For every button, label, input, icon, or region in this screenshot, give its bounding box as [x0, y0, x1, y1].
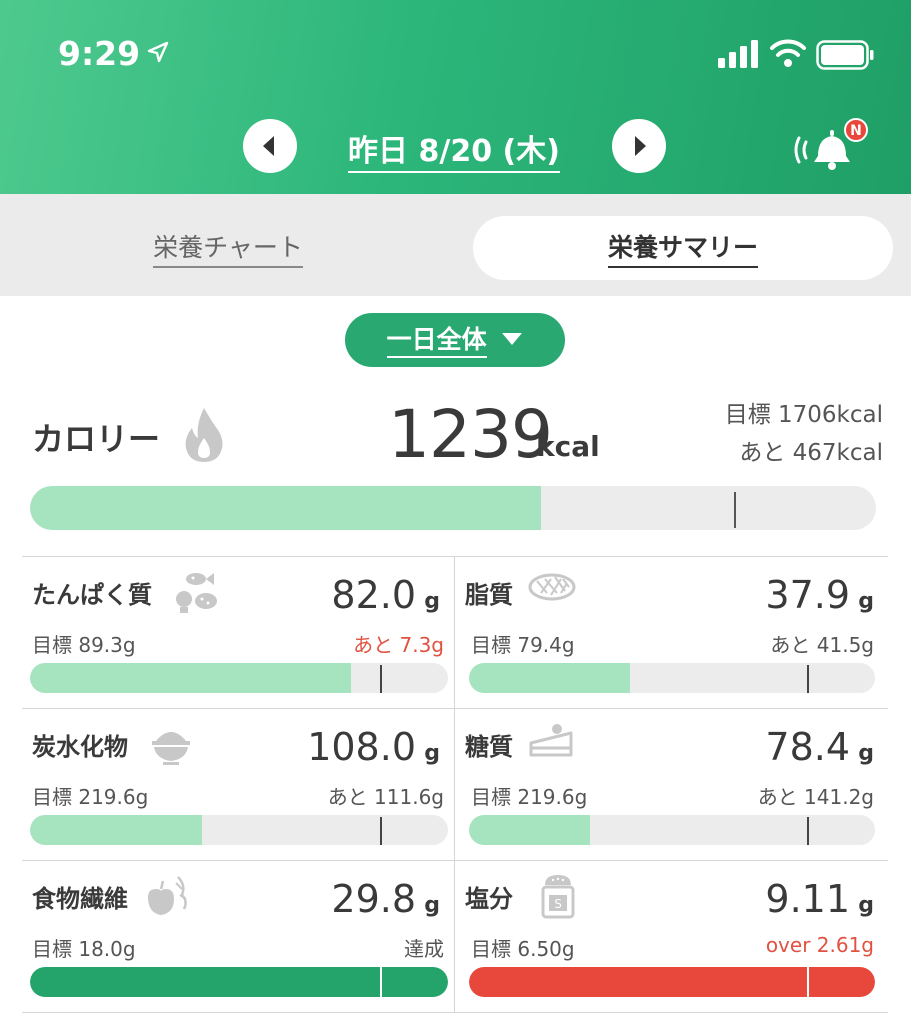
nutrient-grid: たんぱく質 82.0 g 目標 89.3g あと 7.3g 脂質 37.9 g … [22, 556, 888, 1013]
nutrient-cell-fat[interactable]: 脂質 37.9 g 目標 79.4g あと 41.5g [455, 557, 888, 709]
arrow-right-icon [635, 136, 646, 156]
nutrient-label: 炭水化物 [32, 733, 128, 761]
nutrient-target-marker [807, 967, 809, 997]
tab-label: 栄養サマリー [607, 233, 758, 268]
nutrient-progress-bar [469, 967, 875, 997]
nutrient-remaining: あと 111.6g [327, 785, 444, 809]
tab-bar: 栄養チャート 栄養サマリー [0, 194, 911, 296]
cake-icon [529, 724, 573, 757]
nutrient-progress-fill [30, 967, 448, 997]
nutrient-progress-bar [30, 967, 448, 997]
nutrient-progress-fill [469, 967, 875, 997]
nutrient-achieved: 達成 [404, 937, 444, 961]
nutrient-target: 目標 89.3g [32, 633, 136, 657]
nutrient-target: 目標 219.6g [471, 785, 588, 809]
next-day-button[interactable] [612, 119, 666, 173]
nutrient-value: 82.0 [331, 573, 416, 617]
calorie-progress-fill [30, 486, 541, 530]
nutrient-cell-dietary-fiber[interactable]: 食物繊維 29.8 g 目標 18.0g 達成 [22, 861, 455, 1013]
protein-food-icon [176, 573, 217, 613]
nutrient-unit: g [858, 589, 874, 614]
period-label: 一日全体 [386, 325, 487, 358]
tab-label: 栄養チャート [153, 233, 303, 268]
calorie-target-marker [734, 492, 736, 528]
rice-bowl-icon [152, 732, 190, 765]
calorie-unit: kcal [536, 430, 600, 463]
nutrient-progress-fill [469, 663, 630, 693]
nutrient-progress-bar [30, 663, 448, 693]
nutrient-remaining: あと 41.5g [770, 633, 874, 657]
nutrient-label: 脂質 [465, 581, 513, 609]
nutrient-target-marker [380, 665, 382, 693]
calorie-progress-bar [30, 486, 876, 530]
nutrient-unit: g [424, 589, 440, 614]
svg-text:S: S [554, 897, 562, 911]
status-time: 9:29 [58, 34, 141, 73]
nutrient-target-marker [807, 665, 809, 693]
nutrient-label: たんぱく質 [32, 581, 152, 609]
nutrient-unit: g [424, 741, 440, 766]
tab-nutrition-summary[interactable]: 栄養サマリー [473, 216, 893, 280]
nutrient-target: 目標 79.4g [471, 633, 575, 657]
nutrient-progress-bar [30, 815, 448, 845]
nutrient-value: 78.4 [765, 725, 850, 769]
tab-nutrition-chart[interactable]: 栄養チャート [20, 216, 436, 280]
battery-icon [816, 40, 874, 70]
nutrient-progress-bar [469, 663, 875, 693]
nutrient-unit: g [424, 893, 440, 918]
flame-icon [185, 408, 223, 462]
date-title[interactable]: 昨日 8/20 (木) [330, 126, 578, 173]
calorie-remaining: あと 467kcal [739, 440, 883, 466]
nutrient-target: 目標 219.6g [32, 785, 149, 809]
wifi-icon [770, 39, 806, 67]
nutrient-progress-fill [30, 815, 202, 845]
period-selector[interactable]: 一日全体 [345, 313, 565, 367]
nutrient-target-marker [380, 967, 382, 997]
nutrient-target-marker [807, 817, 809, 845]
nutrient-cell-salt[interactable]: 塩分 S 9.11 g 目標 6.50g over 2.61g [455, 861, 888, 1013]
nutrient-target: 目標 18.0g [32, 937, 136, 961]
notification-badge: N [850, 123, 862, 139]
calorie-target: 目標 1706kcal [724, 402, 883, 428]
fat-oil-icon [528, 573, 576, 601]
prev-day-button[interactable] [243, 119, 297, 173]
nutrient-cell-carbohydrate[interactable]: 炭水化物 108.0 g 目標 219.6g あと 111.6g [22, 709, 455, 861]
nutrient-value: 37.9 [765, 573, 850, 617]
nutrient-label: 塩分 [465, 885, 513, 913]
notification-bell-icon[interactable]: N [794, 116, 870, 176]
location-arrow-icon [147, 41, 169, 63]
salt-shaker-icon: S [541, 875, 575, 919]
nutrient-unit: g [858, 893, 874, 918]
apple-vegetable-icon [148, 876, 187, 915]
nutrient-remaining: あと 7.3g [353, 633, 444, 657]
app-header: 9:29 昨日 8/20 (木) N [0, 0, 911, 194]
date-label: 昨日 8/20 (木) [348, 134, 560, 173]
calorie-label: カロリー [32, 420, 161, 458]
nutrient-value: 9.11 [765, 877, 850, 921]
nutrient-unit: g [858, 741, 874, 766]
nutrient-target-marker [380, 817, 382, 845]
dropdown-triangle-icon [502, 333, 523, 345]
nutrient-progress-bar [469, 815, 875, 845]
arrow-left-icon [263, 136, 274, 156]
nutrient-value: 29.8 [331, 877, 416, 921]
nutrient-progress-fill [469, 815, 590, 845]
cellular-signal-icon [718, 40, 758, 68]
nutrient-label: 食物繊維 [32, 885, 128, 913]
nutrient-over-amount: over 2.61g [765, 933, 874, 957]
nutrient-cell-protein[interactable]: たんぱく質 82.0 g 目標 89.3g あと 7.3g [22, 557, 455, 709]
nutrient-progress-fill [30, 663, 351, 693]
nutrient-value: 108.0 [307, 725, 416, 769]
calorie-target-block: 目標 1706kcal あと 467kcal [725, 396, 883, 472]
calorie-value: 1239 [388, 396, 553, 473]
nutrient-target: 目標 6.50g [471, 937, 575, 961]
nutrient-remaining: あと 141.2g [757, 785, 874, 809]
nutrient-label: 糖質 [465, 733, 513, 761]
nutrient-cell-sugar[interactable]: 糖質 78.4 g 目標 219.6g あと 141.2g [455, 709, 888, 861]
